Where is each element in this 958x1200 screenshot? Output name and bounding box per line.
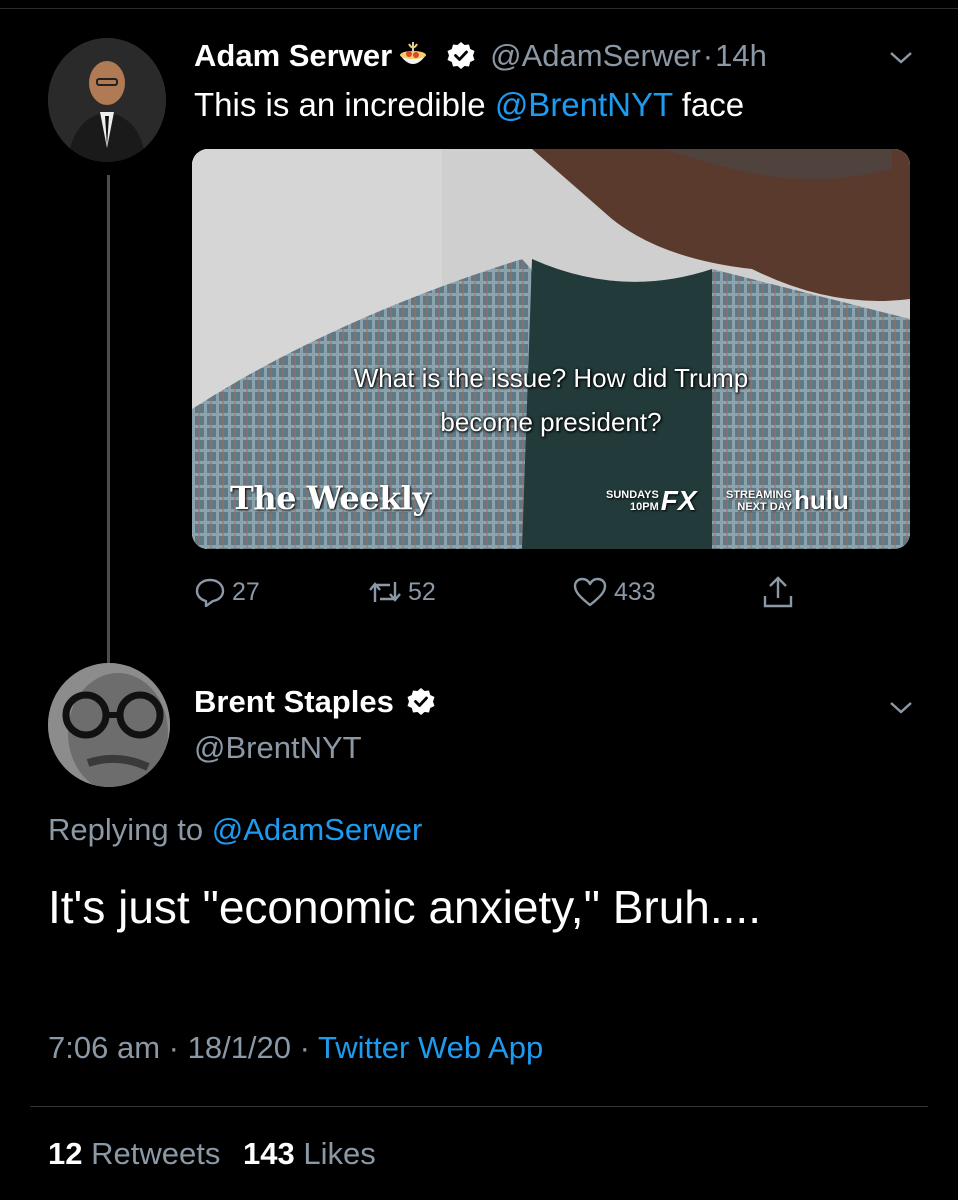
reply-action[interactable]: 27 xyxy=(194,572,260,612)
hulu-schedule: STREAMING NEXT DAY xyxy=(726,489,792,513)
replying-to-link[interactable]: @AdamSerwer xyxy=(212,812,423,847)
tweet2-time[interactable]: 7:06 am xyxy=(48,1030,160,1065)
retweet-action[interactable]: 52 xyxy=(368,572,436,612)
avatar-brent-staples[interactable] xyxy=(48,663,170,787)
retweets-stat[interactable]: 12 Retweets xyxy=(48,1136,220,1171)
heart-icon xyxy=(573,577,607,607)
fx-schedule-line2: 10PM xyxy=(630,501,659,513)
tweet2-name-row: Brent Staples xyxy=(194,684,436,720)
replying-to-line: Replying to @AdamSerwer xyxy=(48,812,422,848)
spaghetti-emoji-icon xyxy=(396,39,430,73)
hulu-promo: STREAMING NEXT DAY hulu xyxy=(726,485,849,516)
reply-count: 27 xyxy=(232,577,260,606)
likes-label: Likes xyxy=(303,1136,376,1171)
media-caption-line1: What is the issue? How did Trump xyxy=(353,363,749,393)
media-caption-line2: become president? xyxy=(440,407,662,437)
tweet2-stats: 12 Retweets 143 Likes xyxy=(48,1136,376,1172)
fx-schedule-line1: SUNDAYS xyxy=(606,489,659,501)
retweet-count: 52 xyxy=(408,577,436,606)
tweet1-text-suffix: face xyxy=(672,86,745,123)
tweet1-text: This is an incredible @BrentNYT face xyxy=(194,86,744,124)
tweet1-separator: · xyxy=(702,38,714,73)
like-action[interactable]: 433 xyxy=(572,572,656,612)
thread-connector-line xyxy=(107,175,110,663)
replying-to-label: Replying to xyxy=(48,812,212,847)
tweet1-time[interactable]: 14h xyxy=(715,38,767,74)
top-divider xyxy=(0,8,958,9)
tweet2-source-link[interactable]: Twitter Web App xyxy=(318,1030,543,1065)
verified-badge-icon xyxy=(446,41,476,71)
likes-count: 143 xyxy=(242,1136,295,1171)
tweet2-author-name[interactable]: Brent Staples xyxy=(194,684,394,720)
tweet2-meta: 7:06 am · 18/1/20 · Twitter Web App xyxy=(48,1030,543,1066)
tweet1-chevron-down-icon[interactable] xyxy=(888,48,914,68)
avatar-adam-serwer[interactable] xyxy=(48,38,166,162)
tweet1-author-name[interactable]: Adam Serwer xyxy=(194,38,392,74)
verified-badge-icon xyxy=(406,687,436,717)
share-action[interactable] xyxy=(760,572,802,612)
meta-separator-1: · xyxy=(168,1030,179,1065)
tweet1-mention-link[interactable]: @BrentNYT xyxy=(495,86,673,123)
retweets-count: 12 xyxy=(48,1136,83,1171)
fx-schedule: SUNDAYS 10PM xyxy=(606,489,659,513)
reply-icon xyxy=(195,578,225,608)
tweet1-text-prefix: This is an incredible xyxy=(194,86,495,123)
like-count: 433 xyxy=(614,577,656,606)
fx-promo: SUNDAYS 10PM FX xyxy=(606,485,697,517)
retweets-label: Retweets xyxy=(91,1136,221,1171)
share-icon xyxy=(763,576,793,608)
tweet2-date[interactable]: 18/1/20 xyxy=(188,1030,291,1065)
the-weekly-logo: The Weekly xyxy=(230,479,431,517)
hulu-logo: hulu xyxy=(794,485,849,515)
tweet2-text: It's just "economic anxiety," Bruh.... xyxy=(48,881,761,933)
likes-stat[interactable]: 143 Likes xyxy=(243,1136,376,1171)
fx-logo: FX xyxy=(660,485,697,516)
tweet1-header: Adam Serwer @AdamSerwer · 14h xyxy=(194,36,767,76)
tweet2-handle[interactable]: @BrentNYT xyxy=(194,730,362,766)
retweet-icon xyxy=(369,582,401,602)
tweet2-chevron-down-icon[interactable] xyxy=(888,698,914,718)
meta-separator-2: · xyxy=(299,1030,310,1065)
tweet1-handle[interactable]: @AdamSerwer xyxy=(490,38,701,74)
hulu-schedule-line2: NEXT DAY xyxy=(737,500,792,513)
stats-divider xyxy=(30,1106,928,1107)
hulu-schedule-line1: STREAMING xyxy=(726,488,792,501)
tweet1-media-image[interactable]: What is the issue? How did Trump become … xyxy=(192,149,910,549)
